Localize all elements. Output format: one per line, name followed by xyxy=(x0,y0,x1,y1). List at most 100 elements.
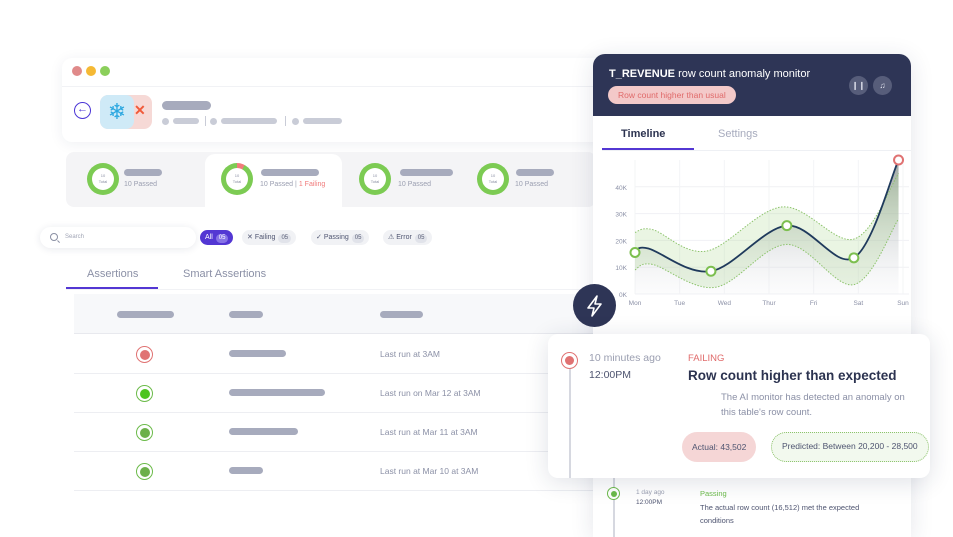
monitor-header: T_REVENUE row count anomaly monitor Row … xyxy=(593,54,911,116)
check-icon: ✓ xyxy=(316,234,322,241)
table-name-placeholder xyxy=(162,101,211,110)
data-point xyxy=(848,252,860,264)
assertion-name-placeholder xyxy=(229,467,263,474)
x-tick-label: Sun xyxy=(897,300,909,307)
window-controls xyxy=(72,66,110,76)
anomaly-point xyxy=(893,154,905,166)
filter-all[interactable]: All 05 xyxy=(200,230,234,245)
active-tab-indicator xyxy=(602,148,694,150)
filter-count: 05 xyxy=(215,234,229,243)
column-header-placeholder xyxy=(380,311,423,318)
meta-dot xyxy=(162,118,169,125)
table-row[interactable]: Last run at 3AM xyxy=(74,335,596,374)
app-root: ← ❄ ✕ 10 Total 10 Passed 10 Total 10 Passe… xyxy=(0,0,953,537)
check-name-placeholder xyxy=(516,169,554,176)
pause-button[interactable]: ❙❙ xyxy=(849,76,868,95)
timeline-line xyxy=(569,368,571,478)
search-input[interactable]: Search xyxy=(40,227,196,248)
history-relative-time: 1 day ago xyxy=(636,489,665,496)
column-header-placeholder xyxy=(229,311,263,318)
check-name-placeholder xyxy=(261,169,319,176)
alert-status: FAILING xyxy=(688,353,725,364)
assertion-name-placeholder xyxy=(229,350,286,357)
history-status: Passing xyxy=(700,489,727,498)
dbt-icon: ✕ xyxy=(134,102,146,118)
timeline-passing-icon xyxy=(607,487,620,500)
y-tick-label: 0K xyxy=(619,292,628,299)
status-passing-icon xyxy=(136,463,153,480)
meta-placeholder xyxy=(303,118,342,124)
x-icon: ✕ xyxy=(247,234,253,241)
status-passing-icon xyxy=(136,424,153,441)
pass-donut: 10 Total xyxy=(359,163,391,195)
x-tick-label: Fri xyxy=(810,300,818,307)
table-row[interactable]: Last run at Mar 11 at 3AM xyxy=(74,413,596,452)
passed-count: 10 Passed | 1 Failing xyxy=(260,181,326,188)
filter-error[interactable]: ⚠ Error 05 xyxy=(383,230,433,245)
tab-smart-assertions[interactable]: Smart Assertions xyxy=(183,268,266,280)
y-tick-label: 40K xyxy=(615,185,627,192)
meta-separator xyxy=(205,116,206,126)
table-header xyxy=(74,294,596,334)
window-minimize-button[interactable] xyxy=(86,66,96,76)
meta-dot xyxy=(292,118,299,125)
alert-relative-time: 10 minutes ago xyxy=(589,352,661,364)
pass-donut: 10 Total xyxy=(87,163,119,195)
history-description: The actual row count (16,512) met the ex… xyxy=(700,503,860,525)
tab-settings[interactable]: Settings xyxy=(718,128,758,140)
tabs-divider xyxy=(66,289,596,290)
status-failing-icon xyxy=(136,346,153,363)
back-button[interactable]: ← xyxy=(74,102,91,119)
donut-label: 10 Total xyxy=(226,168,248,190)
x-tick-label: Thur xyxy=(762,300,776,307)
filter-failing[interactable]: ✕ Failing 05 xyxy=(242,230,297,245)
check-name-placeholder xyxy=(400,169,453,176)
arrow-left-icon: ← xyxy=(77,103,88,115)
filter-passing[interactable]: ✓ Passing 05 xyxy=(311,230,370,245)
y-tick-label: 30K xyxy=(615,212,627,219)
snowflake-icon: ❄ xyxy=(100,95,134,129)
search-icon xyxy=(50,233,58,241)
status-passing-icon xyxy=(136,385,153,402)
filter-label: Error xyxy=(396,234,412,241)
meta-placeholder xyxy=(173,118,199,124)
assertion-name-placeholder xyxy=(229,428,298,435)
filter-label: Passing xyxy=(323,234,349,241)
last-run-text: Last run at Mar 11 at 3AM xyxy=(380,427,478,437)
donut-label: 10 Total xyxy=(92,168,114,190)
x-tick-label: Sat xyxy=(853,300,863,307)
monitor-title: T_REVENUE row count anomaly monitor xyxy=(609,68,811,80)
table-row[interactable]: Last run on Mar 12 at 3AM xyxy=(74,374,596,413)
alert-time: 12:00PM xyxy=(589,369,632,381)
divider xyxy=(62,86,622,87)
pass-donut: 10 Total xyxy=(477,163,509,195)
meta-dot xyxy=(210,118,217,125)
table-row[interactable]: Last run at Mar 10 at 3AM xyxy=(74,452,596,491)
last-run-text: Last run at 3AM xyxy=(380,349,441,359)
filter-label: All xyxy=(205,234,213,241)
actual-value-pill: Actual: 43,502 xyxy=(682,432,757,462)
filter-count: 05 xyxy=(351,234,365,243)
chart-svg: 0K 10K 20K 30K 40K Mon Tue Wed Thur Fri Sat Sun xyxy=(615,154,909,307)
window-close-button[interactable] xyxy=(72,66,82,76)
pause-icon: ❙❙ xyxy=(851,81,866,90)
alert-description: The AI monitor has detected an anomaly o… xyxy=(721,392,905,418)
tab-assertions[interactable]: Assertions xyxy=(87,268,138,280)
donut-label: 10 Total xyxy=(364,168,386,190)
x-tick-label: Tue xyxy=(674,300,685,307)
column-header-placeholder xyxy=(117,311,174,318)
notifications-button[interactable]: ♫ xyxy=(873,76,892,95)
y-tick-label: 10K xyxy=(615,265,627,272)
lightning-button[interactable] xyxy=(573,284,616,327)
y-tick-label: 20K xyxy=(615,238,627,245)
tab-timeline[interactable]: Timeline xyxy=(621,128,665,140)
window-maximize-button[interactable] xyxy=(100,66,110,76)
data-point xyxy=(781,220,793,232)
last-run-text: Last run on Mar 12 at 3AM xyxy=(380,388,481,398)
meta-separator xyxy=(285,116,286,126)
passed-count: 10 Passed xyxy=(515,181,549,188)
passed-count: 10 Passed xyxy=(398,181,432,188)
anomaly-badge: Row count higher than usual xyxy=(608,86,736,104)
check-name-placeholder xyxy=(124,169,162,176)
anomaly-alert-card[interactable]: 10 minutes ago 12:00PM FAILING Row count… xyxy=(548,334,930,478)
